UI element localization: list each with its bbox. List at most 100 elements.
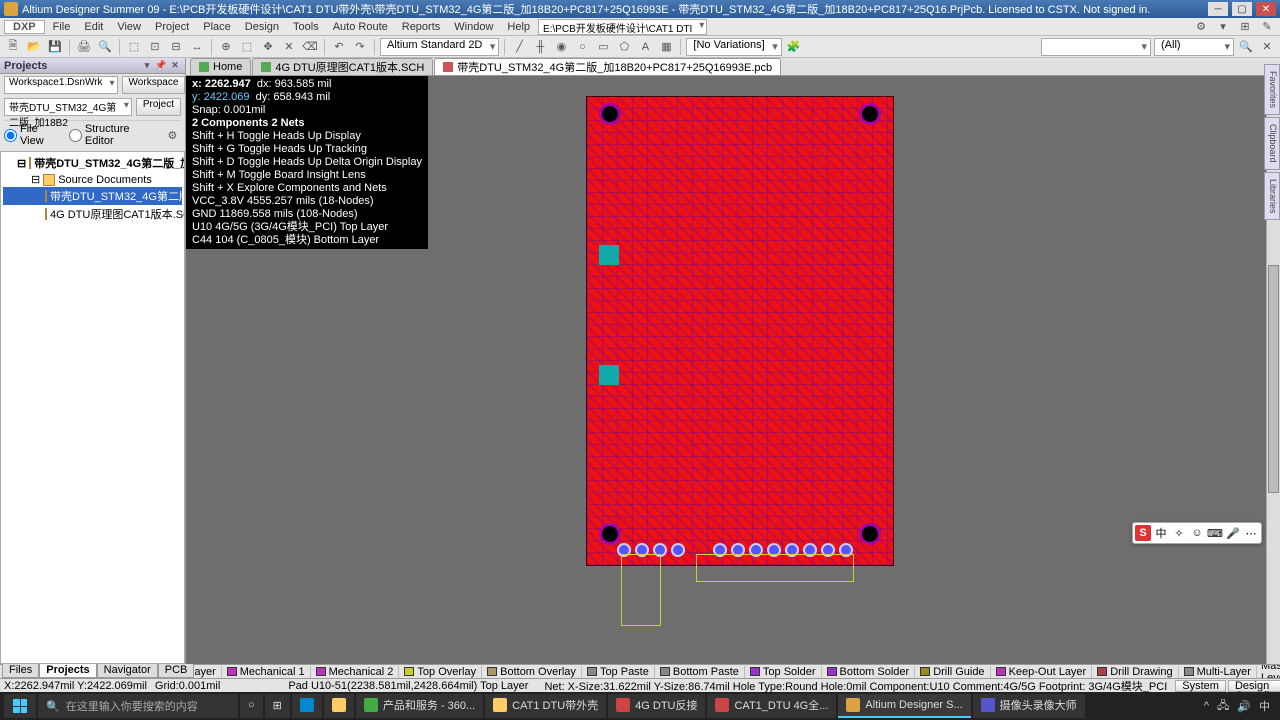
taskbar-app[interactable]: 摄像头录像大师 <box>973 694 1085 718</box>
filter-field[interactable] <box>1041 38 1151 56</box>
taskbar-app[interactable]: Altium Designer S... <box>838 694 970 718</box>
flip-icon[interactable]: ↔ <box>188 38 206 56</box>
filter-clear-icon[interactable]: ✕ <box>1258 38 1276 56</box>
filter-scope-combo[interactable]: (All) <box>1154 38 1234 56</box>
variations-icon[interactable]: 🧩 <box>785 38 803 56</box>
menu-reports[interactable]: Reports <box>396 20 447 34</box>
task-edge[interactable] <box>292 694 322 718</box>
menu-file[interactable]: File <box>47 20 77 34</box>
right-tab-libraries[interactable]: Libraries <box>1264 172 1280 221</box>
ime-toolbar[interactable]: S 中 ✧ ☺ ⌨ 🎤 ⋯ <box>1132 522 1262 544</box>
filter-apply-icon[interactable]: 🔍 <box>1237 38 1255 56</box>
workspace-button[interactable]: Workspace <box>122 76 186 94</box>
menu-autoroute[interactable]: Auto Route <box>327 20 394 34</box>
menu-design[interactable]: Design <box>239 20 285 34</box>
fill-icon[interactable]: ▭ <box>594 38 612 56</box>
layer-tab[interactable]: Bottom Paste <box>655 666 745 678</box>
doc-tab-schematic[interactable]: 4G DTU原理图CAT1版本.SCH <box>252 58 433 75</box>
status-btn-system[interactable]: System <box>1175 680 1226 692</box>
tree-source-folder[interactable]: ⊟Source Documents <box>3 172 182 187</box>
layer-tab[interactable]: Mechanical 1 <box>222 666 311 678</box>
layer-tab[interactable]: Mechanical 2 <box>311 666 400 678</box>
system-tray[interactable]: ^ 🖧 🔊 中 <box>1198 697 1276 716</box>
project-combo[interactable]: 带壳DTU_STM32_4G第二版_加18B2 <box>4 98 132 116</box>
tree-file-sch[interactable]: 4G DTU原理图CAT1版本.SCH📄 <box>3 205 182 223</box>
component-icon[interactable]: ▦ <box>657 38 675 56</box>
doc-tab-pcb[interactable]: 带壳DTU_STM32_4G第二版_加18B20+PC817+25Q16993E… <box>434 58 781 75</box>
bottom-tab-pcb[interactable]: PCB <box>158 664 195 678</box>
taskbar-app[interactable]: CAT1_DTU 4G全... <box>707 694 836 718</box>
undo-icon[interactable]: ↶ <box>330 38 348 56</box>
tray-vol-icon[interactable]: 🔊 <box>1237 700 1251 713</box>
clear-icon[interactable]: ⌫ <box>301 38 319 56</box>
menu-window[interactable]: Window <box>448 20 499 34</box>
task-taskview[interactable]: ⊞ <box>265 694 290 718</box>
ime-keyboard-button[interactable]: ⌨ <box>1207 525 1223 541</box>
pad-icon[interactable]: ○ <box>573 38 591 56</box>
ime-emoji-button[interactable]: ☺ <box>1189 525 1205 541</box>
close-button[interactable]: ✕ <box>1256 2 1276 16</box>
tree-project-root[interactable]: ⊟带壳DTU_STM32_4G第二版_加 <box>3 154 182 172</box>
zoom-selected-icon[interactable]: ⊟ <box>167 38 185 56</box>
open-icon[interactable]: 📂 <box>25 38 43 56</box>
dxp-menu[interactable]: DXP <box>4 20 45 34</box>
workspace-combo[interactable]: Workspace1.DsnWrk <box>4 76 118 94</box>
toolbar-dropdown-icon[interactable]: ▾ <box>1214 18 1232 36</box>
ime-lang-button[interactable]: 中 <box>1153 525 1169 541</box>
menu-view[interactable]: View <box>111 20 147 34</box>
layer-tab[interactable]: Top Overlay <box>399 666 482 678</box>
ime-punct-button[interactable]: ✧ <box>1171 525 1187 541</box>
taskbar-app[interactable]: 4G DTU反接 <box>608 694 705 718</box>
ime-voice-button[interactable]: 🎤 <box>1225 525 1241 541</box>
menu-help[interactable]: Help <box>501 20 536 34</box>
display-mode-combo[interactable]: Altium Standard 2D <box>380 38 499 56</box>
project-tree[interactable]: ⊟带壳DTU_STM32_4G第二版_加 ⊟Source Documents 带… <box>0 151 185 664</box>
toolbar-config-icon[interactable]: ⚙ <box>1192 18 1210 36</box>
maximize-button[interactable]: ▢ <box>1232 2 1252 16</box>
pcb-canvas[interactable]: x: 2262.947 dx: 963.585 mil y: 2422.069 … <box>186 76 1280 664</box>
ime-more-button[interactable]: ⋯ <box>1243 525 1259 541</box>
route-track-icon[interactable]: ╱ <box>510 38 528 56</box>
print-icon[interactable]: 🖨 <box>75 38 93 56</box>
task-explorer[interactable] <box>324 694 354 718</box>
taskbar-app[interactable]: 产品和服务 - 360... <box>356 694 483 718</box>
menu-project[interactable]: Project <box>149 20 195 34</box>
tray-net-icon[interactable]: 🖧 <box>1217 697 1229 716</box>
move-icon[interactable]: ✥ <box>259 38 277 56</box>
taskbar-search[interactable]: 🔍在这里输入你要搜索的内容 <box>38 694 238 718</box>
variations-combo[interactable]: [No Variations] <box>686 38 781 56</box>
path-combo[interactable]: E:\PCB开发板硬件设计\CAT1 DTI <box>538 19 707 35</box>
layer-tab[interactable]: Drill Drawing <box>1092 666 1178 678</box>
toolbar-k-icon[interactable]: ✎ <box>1258 18 1276 36</box>
redo-icon[interactable]: ↷ <box>351 38 369 56</box>
toolbar-w-icon[interactable]: ⊞ <box>1236 18 1254 36</box>
new-icon[interactable]: 🗎 <box>4 38 22 56</box>
panel-close-icon[interactable]: ✕ <box>169 60 181 72</box>
panel-settings-icon[interactable]: ⚙ <box>164 126 181 144</box>
tree-file-pcb[interactable]: 带壳DTU_STM32_4G第二版_加1📄 <box>3 187 182 205</box>
layer-tab[interactable]: Top Paste <box>582 666 655 678</box>
save-icon[interactable]: 💾 <box>46 38 64 56</box>
pcb-board[interactable] <box>586 96 894 566</box>
start-button[interactable] <box>4 694 36 718</box>
polygon-icon[interactable]: ⬠ <box>615 38 633 56</box>
panel-menu-icon[interactable]: ▾ <box>141 60 153 72</box>
minimize-button[interactable]: ─ <box>1208 2 1228 16</box>
zoom-window-icon[interactable]: ⬚ <box>125 38 143 56</box>
panel-pin-icon[interactable]: 📌 <box>155 60 167 72</box>
ime-logo-icon[interactable]: S <box>1135 525 1151 541</box>
tray-up-icon[interactable]: ^ <box>1204 700 1209 712</box>
task-cortana[interactable]: ○ <box>240 694 263 718</box>
deselect-icon[interactable]: ✕ <box>280 38 298 56</box>
select-icon[interactable]: ⬚ <box>238 38 256 56</box>
string-icon[interactable]: A <box>636 38 654 56</box>
bottom-tab-navigator[interactable]: Navigator <box>97 664 158 678</box>
menu-edit[interactable]: Edit <box>78 20 109 34</box>
menu-tools[interactable]: Tools <box>287 20 325 34</box>
layer-tab[interactable]: Top Solder <box>745 666 822 678</box>
right-tab-clipboard[interactable]: Clipboard <box>1264 117 1280 170</box>
layer-tab[interactable]: Drill Guide <box>915 666 990 678</box>
cross-probe-icon[interactable]: ⊕ <box>217 38 235 56</box>
right-tab-favorites[interactable]: Favorites <box>1264 64 1280 115</box>
project-button[interactable]: Project <box>136 98 181 116</box>
